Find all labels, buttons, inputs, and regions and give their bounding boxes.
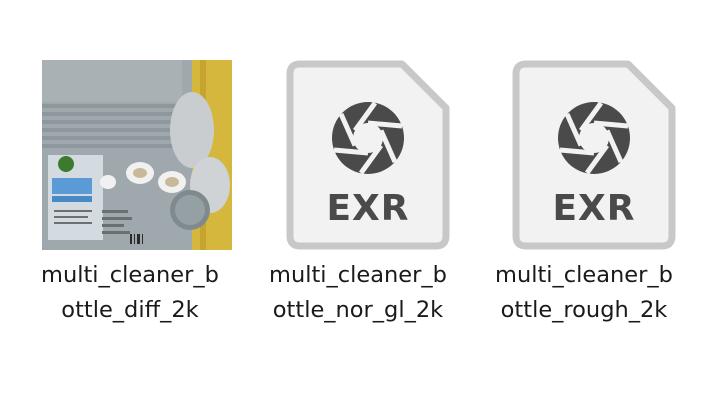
file-name-label: multi_cleaner_b ottle_diff_2k [20,258,240,328]
file-item-nor-gl[interactable]: EXR multi_cleaner_b ottle_nor_gl_2k [248,50,468,340]
file-item-diff[interactable]: multi_cleaner_b ottle_diff_2k [20,50,240,340]
aperture-icon [558,101,630,175]
file-name-line-1: multi_cleaner_b [269,262,447,288]
file-item-rough[interactable]: EXR multi_cleaner_b ottle_rough_2k [474,50,694,340]
texture-thumbnail-icon [42,60,232,250]
exr-file-icon: EXR [496,60,686,250]
file-name-line-1: multi_cleaner_b [495,262,673,288]
exr-badge: EXR [326,188,410,229]
aperture-icon [332,101,404,175]
file-name-line-2: ottle_nor_gl_2k [272,297,444,323]
exr-file-icon: EXR [270,60,460,250]
file-name-label: multi_cleaner_b ottle_rough_2k [474,258,694,328]
file-name-line-2: ottle_rough_2k [500,297,668,323]
file-name-label: multi_cleaner_b ottle_nor_gl_2k [248,258,468,328]
file-name-line-1: multi_cleaner_b [41,262,219,288]
exr-badge: EXR [552,188,636,229]
file-name-line-2: ottle_diff_2k [61,297,199,323]
